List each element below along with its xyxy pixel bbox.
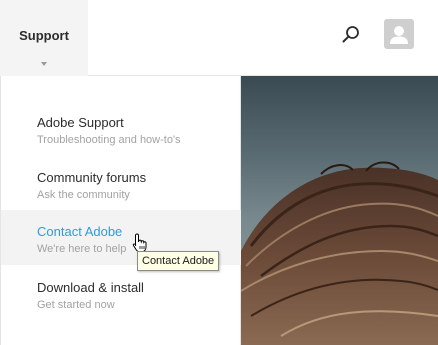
menu-item-subtitle: Get started now (37, 299, 115, 311)
menu-item-subtitle: Troubleshooting and how-to's (37, 134, 181, 146)
hair-photo-image (241, 161, 438, 345)
menu-item-title: Contact Adobe (37, 224, 123, 239)
top-header: Support (0, 0, 438, 76)
support-tab-label: Support (19, 28, 69, 43)
chevron-down-icon (41, 62, 47, 66)
menu-item-download-install[interactable]: Download & install Get started now (1, 272, 241, 327)
menu-item-title: Community forums (37, 170, 147, 185)
search-button[interactable] (340, 24, 362, 46)
hand-pointer-cursor-icon (132, 233, 147, 253)
user-avatar-icon (390, 26, 408, 44)
menu-item-title: Adobe Support (37, 115, 124, 130)
tooltip: Contact Adobe (137, 251, 220, 271)
menu-item-adobe-support[interactable]: Adobe Support Troubleshooting and how-to… (1, 107, 241, 162)
menu-item-subtitle: Ask the community (37, 189, 130, 201)
menu-item-subtitle: We're here to help (37, 243, 127, 255)
user-avatar-button[interactable] (384, 19, 414, 49)
menu-item-community-forums[interactable]: Community forums Ask the community (1, 162, 241, 217)
hero-photo (241, 76, 438, 345)
menu-item-title: Download & install (37, 280, 144, 295)
search-icon (342, 26, 359, 43)
support-menu-tab[interactable]: Support (0, 0, 88, 76)
support-dropdown-menu: Adobe Support Troubleshooting and how-to… (0, 76, 241, 345)
